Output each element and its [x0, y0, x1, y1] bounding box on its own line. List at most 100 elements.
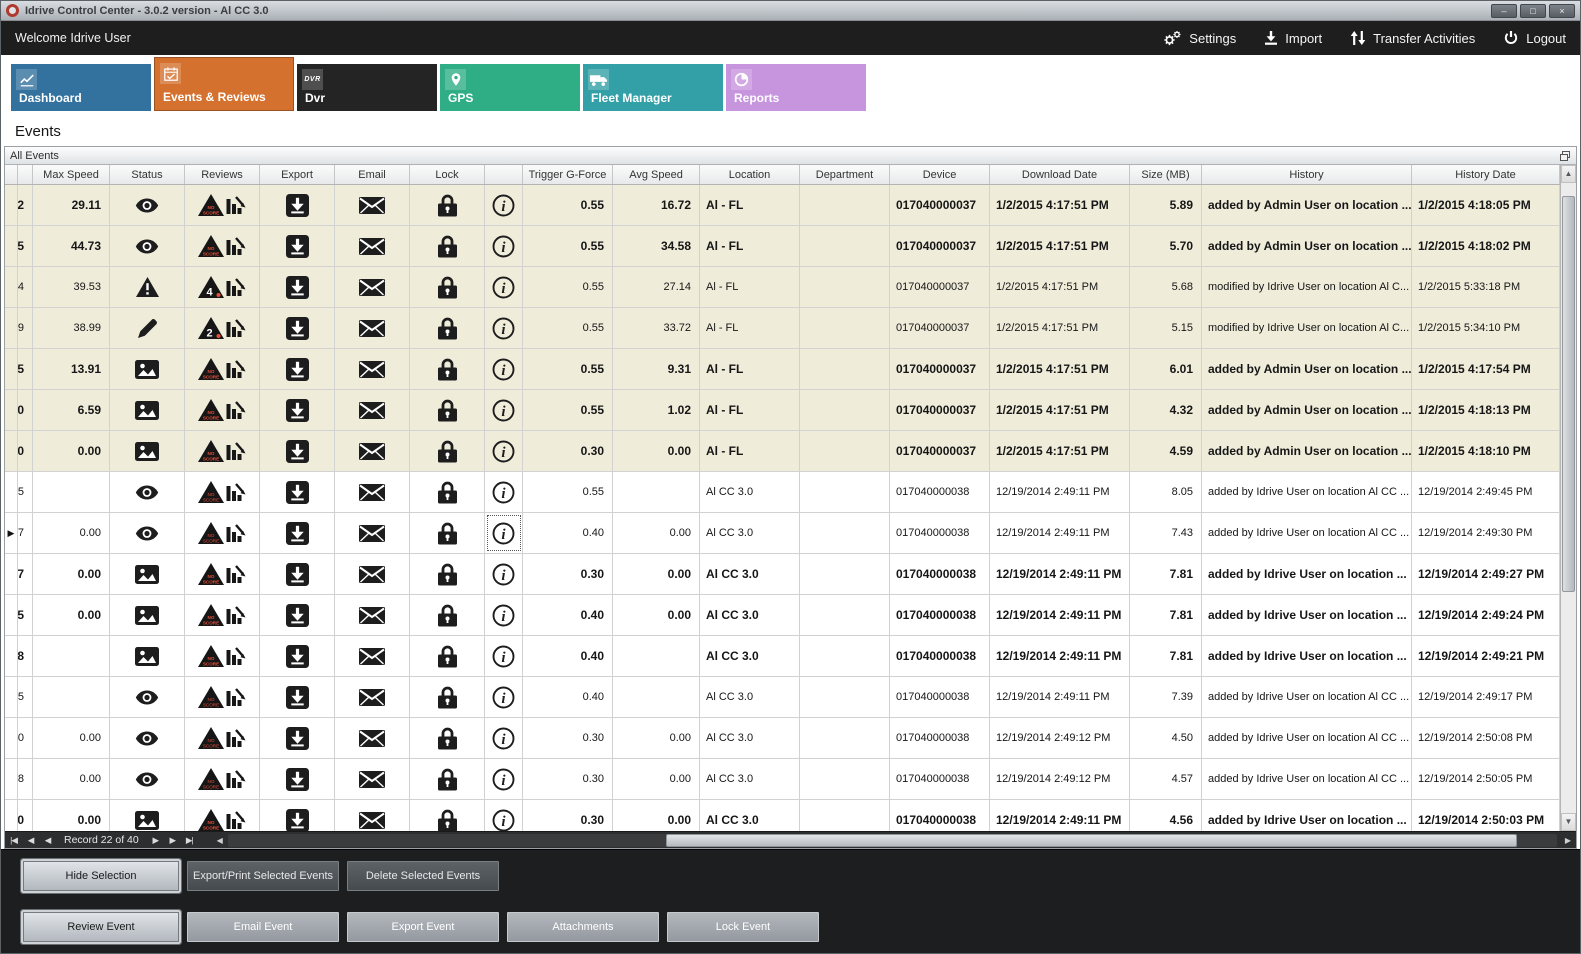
- cell-reviews[interactable]: NOSCORE: [185, 554, 260, 594]
- tab-gps[interactable]: GPS: [440, 64, 580, 111]
- event-row[interactable]: 00.00NOSCOREi0.300.00Al CC 3.00170400000…: [5, 718, 1560, 759]
- event-row[interactable]: ▶70.00NOSCOREi0.400.00Al CC 3.0017040000…: [5, 513, 1560, 554]
- tab-dvr[interactable]: DVRDvr: [297, 64, 437, 111]
- column-header-avg-speed[interactable]: Avg Speed: [613, 165, 700, 184]
- cell-info[interactable]: i: [485, 472, 523, 512]
- pager-next-page-button[interactable]: ▶: [164, 835, 181, 846]
- cell-status[interactable]: [110, 185, 185, 225]
- scroll-right-icon[interactable]: ▶: [1560, 836, 1576, 845]
- horizontal-scrollbar[interactable]: ◀ ▶: [212, 832, 1576, 848]
- cell-reviews[interactable]: NOSCORE: [185, 595, 260, 635]
- cell-lock[interactable]: [410, 308, 485, 348]
- event-row[interactable]: 229.11NOSCOREi0.5516.72Al - FL0170400000…: [5, 185, 1560, 226]
- cell-email[interactable]: [335, 267, 410, 307]
- cell-export[interactable]: [260, 472, 335, 512]
- settings-button[interactable]: Settings: [1163, 30, 1236, 47]
- cell-reviews[interactable]: NOSCORE: [185, 800, 260, 831]
- cell-reviews[interactable]: NOSCORE: [185, 472, 260, 512]
- cell-info[interactable]: i: [485, 677, 523, 717]
- cell-email[interactable]: [335, 513, 410, 553]
- cell-info[interactable]: i: [485, 431, 523, 471]
- cell-export[interactable]: [260, 513, 335, 553]
- cell-info[interactable]: i: [485, 390, 523, 430]
- export-print-selected-events-button[interactable]: Export/Print Selected Events: [187, 861, 339, 891]
- event-row[interactable]: 80.00NOSCOREi0.300.00Al CC 3.00170400000…: [5, 759, 1560, 800]
- cell-info[interactable]: i: [485, 185, 523, 225]
- cell-email[interactable]: [335, 308, 410, 348]
- column-header-trigger-g-force[interactable]: Trigger G-Force: [523, 165, 613, 184]
- cell-reviews[interactable]: NOSCORE: [185, 513, 260, 553]
- cell-lock[interactable]: [410, 472, 485, 512]
- maximize-button[interactable]: □: [1520, 4, 1546, 18]
- cell-lock[interactable]: [410, 267, 485, 307]
- cell-reviews[interactable]: NOSCORE: [185, 759, 260, 799]
- logout-button[interactable]: Logout: [1503, 30, 1566, 46]
- cell-lock[interactable]: [410, 554, 485, 594]
- cell-reviews[interactable]: NOSCORE: [185, 226, 260, 266]
- cell-export[interactable]: [260, 677, 335, 717]
- cell-email[interactable]: [335, 677, 410, 717]
- event-row[interactable]: 439.534i0.5527.14Al - FL0170400000371/2/…: [5, 267, 1560, 308]
- delete-selected-events-button[interactable]: Delete Selected Events: [347, 861, 499, 891]
- cell-status[interactable]: [110, 472, 185, 512]
- cell-lock[interactable]: [410, 390, 485, 430]
- cell-lock[interactable]: [410, 718, 485, 758]
- cell-status[interactable]: [110, 308, 185, 348]
- cell-lock[interactable]: [410, 636, 485, 676]
- cell-info[interactable]: i: [485, 636, 523, 676]
- cell-reviews[interactable]: NOSCORE: [185, 349, 260, 389]
- cell-email[interactable]: [335, 718, 410, 758]
- cell-export[interactable]: [260, 308, 335, 348]
- vertical-scroll-track[interactable]: [1561, 183, 1576, 813]
- cell-email[interactable]: [335, 759, 410, 799]
- column-header-size-mb-[interactable]: Size (MB): [1130, 165, 1202, 184]
- transfer-activities-button[interactable]: Transfer Activities: [1350, 30, 1475, 46]
- scroll-down-icon[interactable]: ▼: [1561, 813, 1576, 831]
- cell-email[interactable]: [335, 390, 410, 430]
- cell-lock[interactable]: [410, 595, 485, 635]
- attachments-button[interactable]: Attachments: [507, 912, 659, 942]
- cell-lock[interactable]: [410, 759, 485, 799]
- import-button[interactable]: Import: [1264, 31, 1322, 46]
- cell-export[interactable]: [260, 390, 335, 430]
- column-header-device[interactable]: Device: [890, 165, 990, 184]
- cell-reviews[interactable]: NOSCORE: [185, 677, 260, 717]
- minimize-button[interactable]: –: [1491, 4, 1517, 18]
- column-header-export[interactable]: Export: [260, 165, 335, 184]
- vertical-scrollbar[interactable]: ▲ ▼: [1560, 165, 1576, 831]
- column-header-max-speed[interactable]: Max Speed: [33, 165, 110, 184]
- event-row[interactable]: 50.00NOSCOREi0.400.00Al CC 3.00170400000…: [5, 595, 1560, 636]
- cell-status[interactable]: [110, 718, 185, 758]
- cell-reviews[interactable]: 2: [185, 308, 260, 348]
- cell-status[interactable]: [110, 636, 185, 676]
- cell-status[interactable]: [110, 595, 185, 635]
- email-event-button[interactable]: Email Event: [187, 912, 339, 942]
- column-header-lock[interactable]: Lock: [410, 165, 485, 184]
- cell-info[interactable]: i: [485, 513, 523, 553]
- cell-info[interactable]: i: [485, 800, 523, 831]
- column-header-email[interactable]: Email: [335, 165, 410, 184]
- export-event-button[interactable]: Export Event: [347, 912, 499, 942]
- cell-email[interactable]: [335, 349, 410, 389]
- cell-lock[interactable]: [410, 513, 485, 553]
- column-header-history[interactable]: History: [1202, 165, 1412, 184]
- event-row[interactable]: 70.00NOSCOREi0.300.00Al CC 3.00170400000…: [5, 554, 1560, 595]
- scroll-up-icon[interactable]: ▲: [1561, 165, 1576, 183]
- event-row[interactable]: 544.73NOSCOREi0.5534.58Al - FL0170400000…: [5, 226, 1560, 267]
- pager-first-button[interactable]: |◀: [5, 835, 22, 846]
- cell-status[interactable]: [110, 759, 185, 799]
- cell-status[interactable]: [110, 513, 185, 553]
- event-row[interactable]: 513.91NOSCOREi0.559.31Al - FL01704000003…: [5, 349, 1560, 390]
- cell-email[interactable]: [335, 800, 410, 831]
- column-header-download-date[interactable]: Download Date: [990, 165, 1130, 184]
- tab-dashboard[interactable]: Dashboard: [11, 64, 151, 111]
- column-header-department[interactable]: Department: [800, 165, 890, 184]
- column-header-history-date[interactable]: History Date: [1412, 165, 1560, 184]
- cell-info[interactable]: i: [485, 349, 523, 389]
- cell-reviews[interactable]: NOSCORE: [185, 718, 260, 758]
- cell-info[interactable]: i: [485, 718, 523, 758]
- tab-events-reviews[interactable]: Events & Reviews: [154, 57, 294, 111]
- cell-status[interactable]: [110, 267, 185, 307]
- cell-export[interactable]: [260, 554, 335, 594]
- cell-export[interactable]: [260, 226, 335, 266]
